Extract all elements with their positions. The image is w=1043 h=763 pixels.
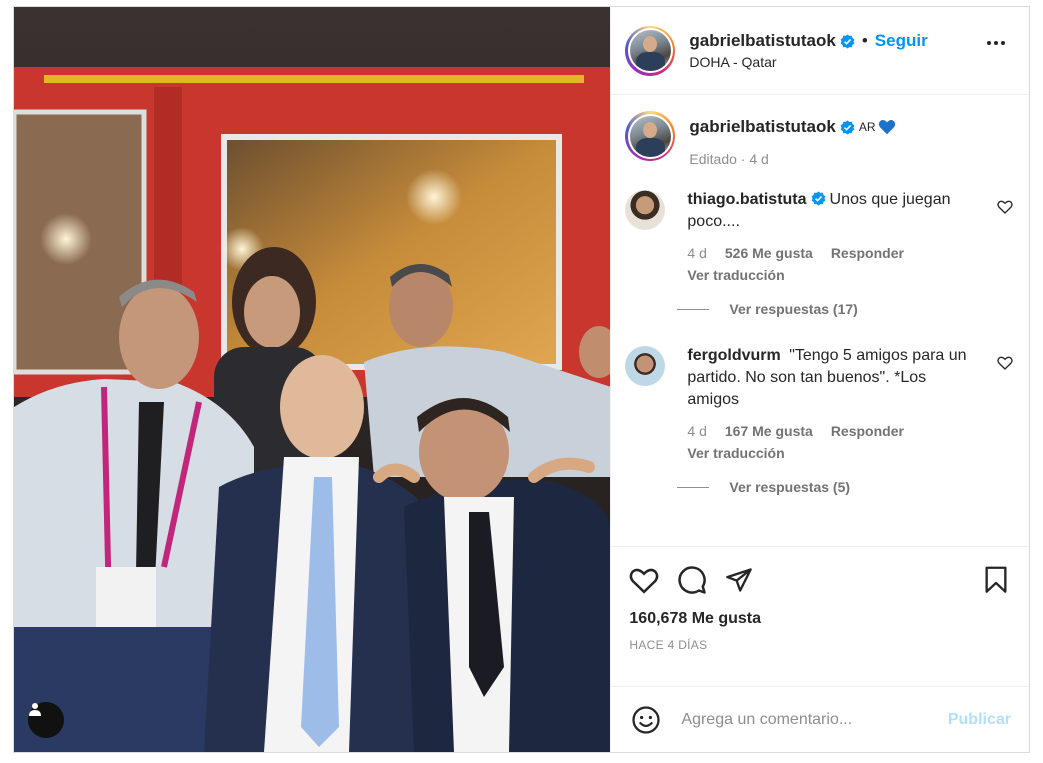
verified-badge-icon xyxy=(840,119,855,135)
verified-badge-icon xyxy=(840,33,855,49)
post-timestamp: HACE 4 DÍAS xyxy=(629,638,708,652)
translate-link[interactable]: Ver traducción xyxy=(687,267,977,283)
reply-button[interactable]: Responder xyxy=(831,423,904,439)
comment-like-icon[interactable] xyxy=(997,199,1013,215)
post-photo[interactable] xyxy=(14,7,611,752)
more-options-icon[interactable] xyxy=(987,41,1005,45)
commenter-username[interactable]: fergoldvurm xyxy=(687,347,780,364)
emoji-icon[interactable] xyxy=(631,705,661,735)
commenter-username[interactable]: thiago.batistuta xyxy=(687,191,806,208)
comment-icon[interactable] xyxy=(677,565,707,595)
comment-likes[interactable]: 167 Me gusta xyxy=(725,423,813,439)
comment-time: 4 d xyxy=(687,245,707,261)
author-username[interactable]: gabrielbatistutaok xyxy=(689,31,835,51)
separator-dot: • xyxy=(861,31,868,50)
view-replies-link[interactable]: Ver respuestas (5) xyxy=(677,479,1013,495)
comment-input[interactable] xyxy=(681,710,948,729)
add-comment-bar: Publicar xyxy=(611,686,1029,752)
comment-like-icon[interactable] xyxy=(997,355,1013,371)
post-modal: gabrielbatistutaok • Seguir DOHA - Qatar xyxy=(13,6,1030,753)
comment-item: fergoldvurm "Tengo 5 amigos para un part… xyxy=(625,345,1013,461)
verified-badge-icon xyxy=(811,191,826,206)
commenter-avatar[interactable] xyxy=(625,190,666,230)
comment-item: thiago.batistuta Unos que juegan poco....… xyxy=(625,189,1013,283)
blue-heart-icon xyxy=(878,119,896,135)
caption-author-avatar[interactable] xyxy=(625,111,676,161)
user-tag-icon[interactable] xyxy=(28,702,64,738)
paper-plane-icon[interactable] xyxy=(725,566,753,594)
view-replies-label: Ver respuestas (5) xyxy=(729,479,851,495)
commenter-avatar[interactable] xyxy=(625,346,666,386)
comments-list[interactable]: gabrielbatistutaok AR Editado · 4 d thia… xyxy=(611,95,1029,546)
post-caption: gabrielbatistutaok AR Editado · 4 d xyxy=(625,111,1013,167)
comment-likes[interactable]: 526 Me gusta xyxy=(725,245,813,261)
caption-meta: Editado · 4 d xyxy=(689,151,769,167)
view-replies-link[interactable]: Ver respuestas (17) xyxy=(677,301,1013,317)
follow-button[interactable]: Seguir xyxy=(875,31,928,51)
post-actions: 160,678 Me gusta HACE 4 DÍAS xyxy=(611,546,1029,686)
photo-illustration xyxy=(14,7,611,752)
translate-link[interactable]: Ver traducción xyxy=(687,445,977,461)
bookmark-icon[interactable] xyxy=(983,566,1009,594)
post-location[interactable]: DOHA - Qatar xyxy=(689,54,927,70)
comment-time: 4 d xyxy=(687,423,707,439)
reply-button[interactable]: Responder xyxy=(831,245,904,261)
caption-text: AR xyxy=(858,120,876,134)
heart-icon[interactable] xyxy=(629,566,659,594)
post-likes-count[interactable]: 160,678 Me gusta xyxy=(629,610,1013,628)
publish-button[interactable]: Publicar xyxy=(948,711,1011,729)
post-header: gabrielbatistutaok • Seguir DOHA - Qatar xyxy=(611,7,1029,95)
caption-username[interactable]: gabrielbatistutaok xyxy=(689,117,835,137)
view-replies-label: Ver respuestas (17) xyxy=(729,301,858,317)
post-side-panel: gabrielbatistutaok • Seguir DOHA - Qatar xyxy=(610,7,1029,752)
author-avatar[interactable] xyxy=(625,25,676,76)
